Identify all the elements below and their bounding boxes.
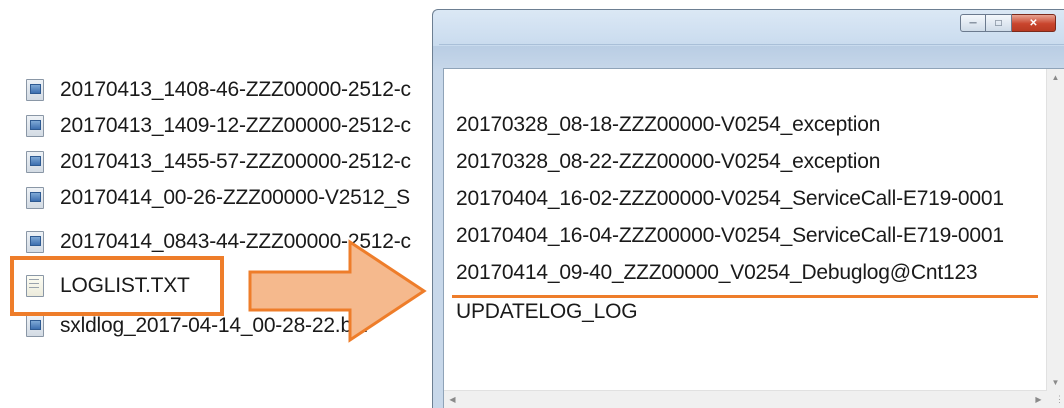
binary-file-icon [22,185,46,211]
binary-file-icon [22,149,46,175]
resize-grip-icon[interactable]: ⋮ [1047,391,1064,408]
minimize-button[interactable]: ─ [960,14,986,32]
file-list: 20170413_1408-46-ZZZ00000-2512-c 2017041… [22,0,432,408]
text-line: 20170404_16-04-ZZZ00000-V0254_ServiceCal… [456,224,1004,247]
file-item[interactable]: 20170413_1409-12-ZZZ00000-2512-c [22,108,411,144]
text-line: 20170404_16-02-ZZZ00000-V0254_ServiceCal… [456,187,1004,210]
highlight-box [10,256,224,316]
binary-file-icon [22,77,46,103]
scroll-down-icon[interactable]: ▼ [1047,374,1064,391]
file-name: 20170413_1408-46-ZZZ00000-2512-c [60,78,411,101]
file-name: 20170414_00-26-ZZZ00000-V2512_S [60,186,410,209]
vertical-scrollbar[interactable]: ▲ ▼ [1046,69,1064,391]
text-line-highlighted: 20170414_09-40_ZZZ00000_V0254_Debuglog@C… [456,261,978,284]
close-button[interactable]: ✕ [1012,14,1056,32]
file-name: 20170413_1455-57-ZZZ00000-2512-c [60,150,411,173]
text-line: UPDATELOG_LOG [456,300,638,323]
binary-file-icon [22,113,46,139]
text-viewer-window: ─ □ ✕ 20170328_08-18-ZZZ00000-V0254_exce… [432,9,1064,408]
maximize-button[interactable]: □ [986,14,1012,32]
file-item[interactable]: 20170413_1408-46-ZZZ00000-2512-c [22,72,411,108]
menu-bar [439,44,1064,71]
scroll-right-icon[interactable]: ▶ [1030,391,1047,408]
arrow-right-icon [248,239,427,343]
scroll-up-icon[interactable]: ▲ [1047,69,1064,86]
file-name: 20170413_1409-12-ZZZ00000-2512-c [60,114,411,137]
file-item[interactable]: 20170414_00-26-ZZZ00000-V2512_S [22,180,410,216]
binary-file-icon [22,229,46,255]
text-line: 20170328_08-22-ZZZ00000-V0254_exception [456,150,881,173]
horizontal-scrollbar[interactable]: ◀ ▶ [444,390,1047,408]
highlight-underline [452,295,1038,298]
binary-file-icon [22,313,46,339]
text-area[interactable]: 20170328_08-18-ZZZ00000-V0254_exception … [443,68,1064,408]
text-line: 20170328_08-18-ZZZ00000-V0254_exception [456,113,881,136]
file-item[interactable]: 20170413_1455-57-ZZZ00000-2512-c [22,144,411,180]
window-controls: ─ □ ✕ [960,14,1056,32]
scroll-left-icon[interactable]: ◀ [444,391,461,408]
